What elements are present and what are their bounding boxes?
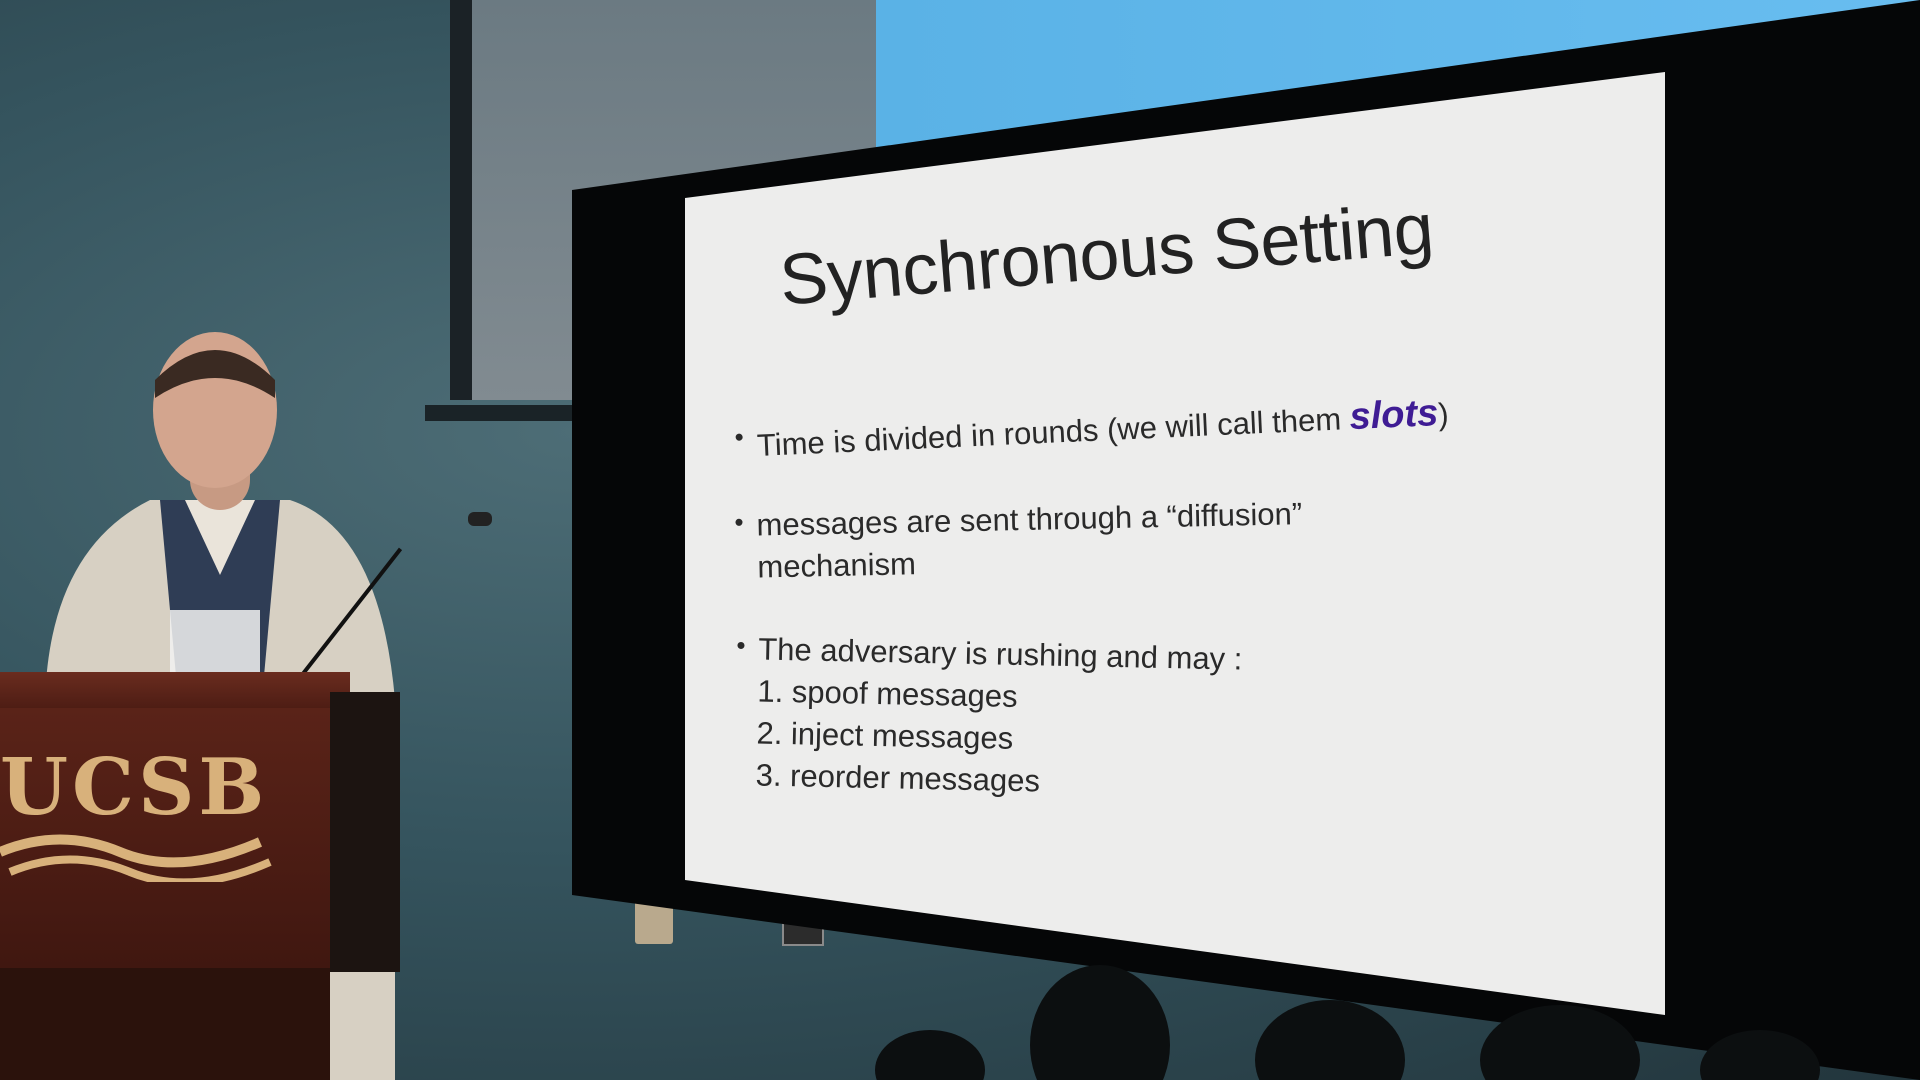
audience-heads <box>875 965 1820 1080</box>
conference-scene: Synchronous Setting • Time is divided in … <box>0 0 1920 1080</box>
